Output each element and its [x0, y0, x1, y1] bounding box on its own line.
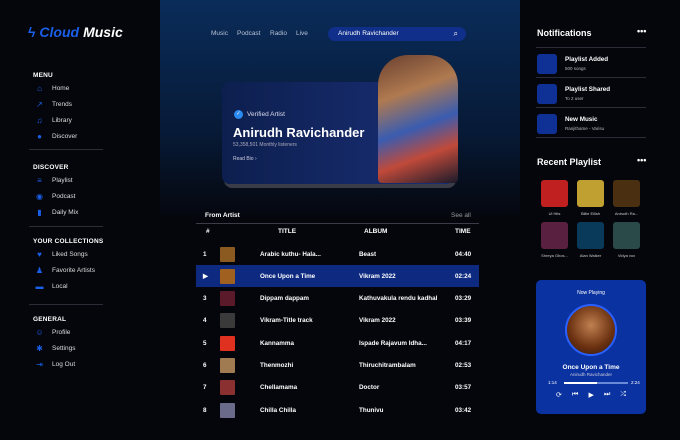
sidebar-item-local[interactable]: ▬ Local [35, 282, 68, 291]
track-thumbnail [220, 402, 235, 418]
shuffle-icon[interactable]: ⤮ [620, 391, 626, 399]
sidebar-item-favorite-artists[interactable]: ♟ Favorite Artists [35, 266, 95, 275]
playlist-cover [613, 222, 640, 249]
playlist-card[interactable]: Ul Hits [541, 180, 568, 216]
notification-item[interactable]: New Music Ranjithame - Varisu [536, 107, 646, 137]
playlist-cover [577, 222, 604, 249]
table-row[interactable]: 5 Kannamma Ispade Rajavum Idha... 04:17 [196, 332, 479, 354]
section-collections: YOUR COLLECTIONS [33, 238, 104, 245]
table-row[interactable]: 7 Chellamama Doctor 03:57 [196, 377, 479, 399]
track-thumbnail [220, 380, 235, 396]
sidebar-item-daily-mix[interactable]: ▮ Daily Mix [35, 208, 78, 217]
playlist-card[interactable]: Alan Walker [577, 222, 604, 258]
gear-icon: ✱ [36, 344, 43, 353]
sidebar-item-liked-songs[interactable]: ♥ Liked Songs [35, 250, 88, 259]
podcast-icon: ◉ [36, 192, 43, 201]
sidebar-item-profile[interactable]: ☺ Profile [35, 328, 70, 337]
divider [29, 149, 103, 150]
sidebar-item-log-out[interactable]: ⇥ Log Out [35, 360, 75, 369]
recent-playlist-title: Recent Playlist [537, 157, 602, 167]
section-title: From Artist [205, 212, 240, 219]
music-note-icon: ♫ [36, 116, 43, 125]
nav-music[interactable]: Music [211, 30, 228, 37]
track-thumbnail [220, 246, 235, 262]
track-thumbnail [220, 335, 235, 351]
table-row[interactable]: 3 Dippam dappam Kathuvakula rendu kadhal 03… [196, 288, 479, 310]
sidebar: ϟ Cloud Music MENU ⌂ Home ↗ Trends ♫ Library ● Dis… [0, 0, 160, 440]
sidebar-item-library[interactable]: ♫ Library [35, 116, 72, 125]
previous-icon[interactable]: ⏮ [572, 391, 578, 399]
track-title: Once Upon a Time [562, 364, 620, 371]
playlist-cover [541, 180, 568, 207]
playlist-card[interactable]: Anirudh Ra... [613, 180, 640, 216]
play-icon[interactable]: ▶ [588, 391, 593, 399]
table-row[interactable]: 4 Vikram-Title track Vikram 2022 03:39 [196, 310, 479, 332]
divider [196, 223, 479, 224]
more-icon[interactable]: ••• [637, 155, 646, 165]
trends-icon: ↗ [36, 100, 43, 109]
table-row[interactable]: 1 Arabic kuthu- Hala... Beast 04:40 [196, 243, 479, 265]
see-all-link[interactable]: See all [451, 212, 471, 219]
next-icon[interactable]: ⏭ [604, 391, 610, 399]
sidebar-item-trends[interactable]: ↗ Trends [35, 100, 72, 109]
nav-radio[interactable]: Radio [270, 30, 287, 37]
verified-icon: ✓ [234, 110, 243, 119]
search-input[interactable]: Anirudh Ravichander ⌕ [328, 27, 466, 41]
playlist-card[interactable]: Billie Eilish [577, 180, 604, 216]
notification-icon [537, 114, 557, 134]
section-menu: MENU [33, 72, 53, 79]
sidebar-item-settings[interactable]: ✱ Settings [35, 344, 75, 353]
heart-icon: ♥ [37, 250, 42, 259]
sidebar-item-podcast[interactable]: ◉ Podcast [35, 192, 76, 201]
album-art [565, 304, 617, 356]
nav-live[interactable]: Live [296, 30, 308, 37]
home-icon: ⌂ [37, 84, 42, 93]
section-general: GENERAL [33, 316, 67, 323]
sidebar-item-playlist[interactable]: ≡ Playlist [35, 176, 72, 185]
read-bio-link[interactable]: Read Bio › [233, 156, 257, 162]
more-icon[interactable]: ••• [637, 26, 646, 36]
user-icon: ♟ [35, 266, 44, 275]
table-row[interactable]: ▶ Once Upon a Time Vikram 2022 02:24 [196, 265, 479, 288]
playlist-icon: ≡ [37, 176, 42, 185]
folder-icon: ▬ [35, 282, 44, 291]
compass-icon: ● [37, 132, 42, 141]
notification-item[interactable]: Playlist Added 500 songs [536, 47, 646, 77]
logo[interactable]: ϟ Cloud Music [28, 24, 123, 40]
playlist-cover [541, 222, 568, 249]
divider [29, 226, 103, 227]
track-thumbnail [220, 313, 235, 329]
playlist-cover [577, 180, 604, 207]
verified-badge: Verified Artist [247, 111, 285, 118]
nav-podcast[interactable]: Podcast [237, 30, 261, 37]
now-playing-card: Now Playing Once Upon a Time Anirudh Rav… [536, 280, 646, 414]
repeat-icon[interactable]: ⟳ [556, 391, 562, 399]
search-icon[interactable]: ⌕ [454, 29, 458, 39]
track-artist: Anirudh Ravichander [569, 372, 613, 377]
table-row[interactable]: 8 Chilla Chilla Thunivu 03:42 [196, 399, 479, 421]
notification-item[interactable]: Playlist Shared To 2 user [536, 77, 646, 107]
track-thumbnail [220, 268, 235, 284]
logout-icon: ⇥ [36, 360, 43, 369]
section-discover: DISCOVER [33, 164, 69, 171]
divider [29, 304, 103, 305]
notifications-title: Notifications [537, 28, 592, 38]
track-thumbnail [220, 291, 235, 307]
progress-bar[interactable] [564, 382, 628, 384]
playlist-cover [613, 180, 640, 207]
chart-icon: ▮ [37, 208, 42, 217]
bolt-icon: ϟ [28, 24, 36, 40]
table-row[interactable]: 6 Thenmozhi Thiruchitrambalam 02:53 [196, 355, 479, 377]
notification-icon [537, 84, 557, 104]
playlist-card[interactable]: Vidya vox [613, 222, 640, 258]
track-thumbnail [220, 358, 235, 373]
artist-image [378, 55, 458, 183]
sidebar-item-home[interactable]: ⌂ Home [35, 84, 69, 93]
profile-icon: ☺ [35, 328, 44, 337]
playlist-card[interactable]: Shreya Ghos... [541, 222, 568, 258]
notification-icon [537, 54, 557, 74]
monthly-listeners: 53,358,501 Monthly listeners [233, 142, 297, 148]
sidebar-item-discover[interactable]: ● Discover [35, 132, 77, 141]
artist-name: Anirudh Ravichander [233, 125, 365, 140]
